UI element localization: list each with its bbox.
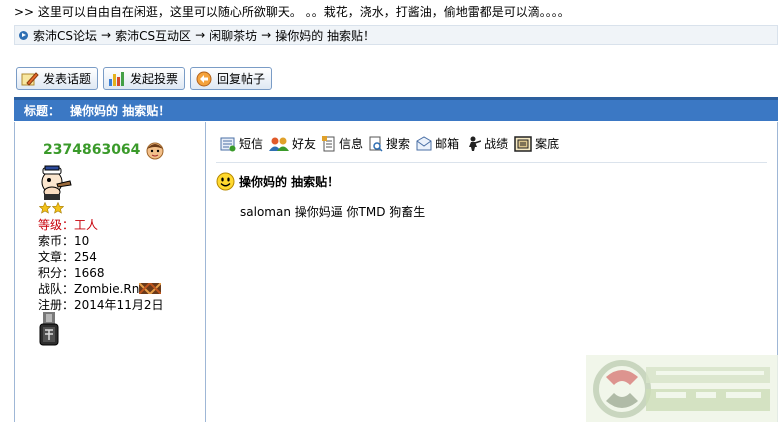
case-file-icon [514,135,532,152]
new-topic-button[interactable]: 发表话题 [16,67,99,90]
author-panel: 2374863064 等级：工人 索币：10 文章：254 积分：1668 战队… [15,122,206,422]
new-poll-button[interactable]: 发起投票 [103,67,186,90]
record-button[interactable]: 战绩 [465,135,508,152]
breadcrumb-bullet-icon [19,30,28,40]
post-subject: 操你妈的 抽索贴！ [216,172,339,191]
case-button[interactable]: 案底 [514,135,559,152]
star-icon [39,202,51,214]
smiley-icon [216,172,235,191]
rank-stars [39,202,64,214]
post-content: saloman 操你妈逼 你TMD 狗畜生 [240,205,426,219]
author-username[interactable]: 2374863064 [43,142,140,158]
post-subject-text: 操你妈的 抽索贴！ [239,175,340,189]
breadcrumb: 索沛CS论坛 → 索沛CS互动区 → 闲聊茶坊 → 操你妈的 抽索贴！ [14,25,778,45]
friends-icon [269,137,290,151]
author-info: 等级：工人 索币：10 文章：254 积分：1668 战队：Zombie.Rn … [38,217,163,313]
breadcrumb-interaction-zone[interactable]: 索沛CS互动区 [115,27,191,44]
author-coins: 索币：10 [38,234,90,248]
author-registered: 注册：2014年11月2日 [38,298,164,312]
author-points: 积分：1668 [38,266,105,280]
author-team: 战队：Zombie.Rn [38,281,163,297]
mail-icon [416,135,432,150]
pm-button[interactable]: 短信 [220,135,263,152]
breadcrumb-arrow: → [195,28,206,42]
action-buttons: 发表话题 发起投票 回复帖子 [16,67,273,90]
thread-title: 操你妈的 抽索贴！ [70,104,171,118]
breadcrumb-forum-home[interactable]: 索沛CS论坛 [33,27,97,44]
bar-chart-icon [109,71,125,86]
breadcrumb-chat-board[interactable]: 闲聊茶坊 [209,27,257,44]
info-button[interactable]: 信息 [322,135,363,152]
search-button[interactable]: 搜索 [369,135,410,152]
announcement-marquee: >> 这里可以自由自在闲逛，这里可以随心所欲聊天。 。。栽花，浇水，打酱油，偷地… [14,5,570,19]
post-toolbar: 短信 好友 信息 搜索 邮箱 战绩 案底 [220,135,559,152]
message-icon [220,137,236,151]
search-icon [369,136,383,152]
email-button[interactable]: 邮箱 [416,135,459,152]
thread-title-bar: 标题： 操你妈的 抽索贴！ [14,97,778,121]
face-icon [146,142,164,160]
document-icon [322,135,335,151]
popeye-avatar-icon [41,165,72,200]
star-icon [52,202,64,214]
medal-icon [39,312,59,346]
toolbar-divider [216,162,767,163]
reply-icon [196,71,212,86]
friend-button[interactable]: 好友 [269,135,316,152]
author-level: 等级：工人 [38,218,99,232]
thread-title-label: 标题： [24,104,61,118]
soldier-icon [469,136,482,151]
breadcrumb-current-thread: 操你妈的 抽索贴！ [275,28,376,43]
breadcrumb-arrow: → [101,28,112,42]
breadcrumb-arrow: → [261,28,272,42]
pen-icon [21,71,39,86]
site-watermark-logo [586,355,778,422]
team-badge-icon [138,281,163,296]
reply-button[interactable]: 回复帖子 [190,67,273,90]
author-articles: 文章：254 [38,250,97,264]
